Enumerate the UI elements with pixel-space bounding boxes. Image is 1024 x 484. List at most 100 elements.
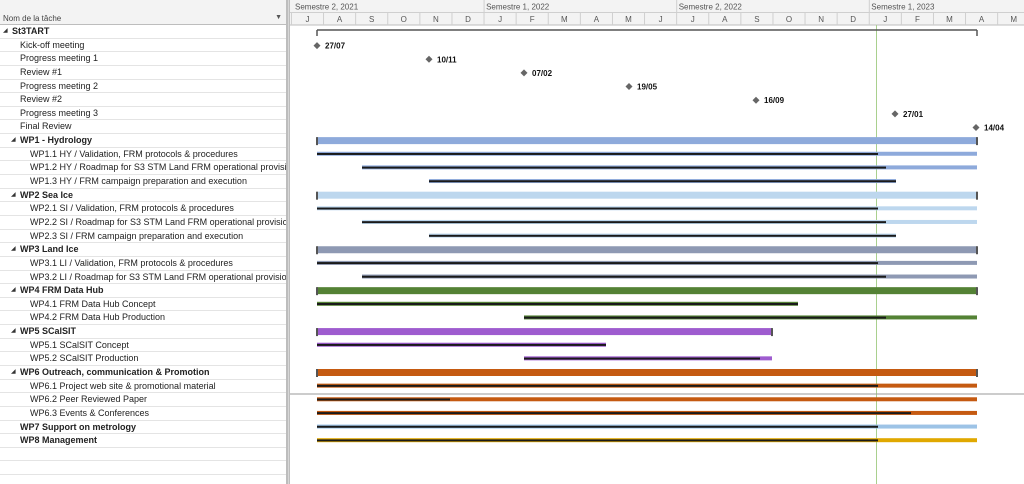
month-label: F [915,15,920,24]
summary-task-row[interactable]: ◢ WP5 SCalSIT [0,325,286,339]
task-row[interactable]: WP6.1 Project web site & promotional mat… [0,380,286,394]
task-progress-line [429,180,896,183]
task-row[interactable]: WP2.2 SI / Roadmap for S3 STM Land FRM o… [0,216,286,230]
task-progress-line [524,357,760,360]
task-row[interactable]: WP5.2 SCalSIT Production [0,352,286,366]
month-label: A [594,15,600,24]
month-label: J [498,15,502,24]
column-filter-dropdown-icon[interactable]: ▼ [275,14,282,21]
task-row[interactable]: Review #2 [0,93,286,107]
summary-task-row[interactable]: ◢ WP3 Land Ice [0,243,286,257]
semester-label: Semestre 1, 2023 [871,3,935,12]
summary-bar [317,137,977,145]
task-name: Kick-off meeting [20,39,85,50]
collapse-triangle-icon[interactable]: ◢ [3,25,8,38]
milestone-date-label: 16/09 [764,96,785,105]
month-label: S [369,15,374,24]
month-label: S [754,15,759,24]
task-name: WP1.2 HY / Roadmap for S3 STM Land FRM o… [30,162,286,173]
task-row[interactable]: Progress meeting 1 [0,52,286,66]
task-row[interactable]: WP2.1 SI / Validation, FRM protocols & p… [0,202,286,216]
task-progress-line [317,262,878,265]
task-row[interactable]: WP8 Management [0,434,286,448]
summary-bar-start-cap [316,287,318,296]
summary-bar-end-cap [976,287,978,296]
task-row[interactable]: WP3.2 LI / Roadmap for S3 STM Land FRM o… [0,271,286,285]
milestone-diamond-icon [752,96,760,104]
task-row[interactable]: WP7 Support on metrology [0,421,286,435]
collapse-triangle-icon[interactable]: ◢ [11,189,16,202]
summary-task-row[interactable]: ◢ St3TART [0,25,286,39]
task-column-header[interactable]: Nom de la tâche ▼ [0,0,286,25]
collapse-triangle-icon[interactable]: ◢ [11,325,16,338]
collapse-triangle-icon[interactable]: ◢ [11,366,16,379]
month-label: J [659,15,663,24]
empty-row[interactable] [0,461,286,476]
collapse-triangle-icon[interactable]: ◢ [11,243,16,256]
task-row[interactable]: WP5.1 SCalSIT Concept [0,339,286,353]
summary-task-row[interactable]: ◢ WP1 - Hydrology [0,134,286,148]
task-row[interactable]: WP2.3 SI / FRM campaign preparation and … [0,230,286,244]
task-name: WP6.2 Peer Reviewed Paper [30,394,148,405]
month-label: N [818,15,824,24]
gantt-chart: Semestre 2, 2021 Semestre 1, 2022 Semestre… [290,0,1024,484]
semester-label: Semestre 2, 2022 [679,3,743,12]
task-name: WP5.2 SCalSIT Production [30,353,139,364]
task-row[interactable]: WP1.1 HY / Validation, FRM protocols & p… [0,148,286,162]
task-column-title: Nom de la tâche [3,14,62,23]
milestone-date-label: 19/05 [637,83,658,92]
summary-bar-end-cap [976,369,978,377]
summary-bar-start-cap [316,137,318,146]
task-name: WP8 Management [20,435,98,446]
summary-bar-end-cap [976,191,978,200]
task-row[interactable]: WP1.2 HY / Roadmap for S3 STM Land FRM o… [0,161,286,176]
summary-bar-start-cap [316,246,318,255]
task-row[interactable]: Review #1 [0,66,286,80]
task-name: Review #1 [20,66,63,77]
month-label: J [306,15,310,24]
task-row[interactable]: Progress meeting 2 [0,80,286,94]
task-row[interactable]: Final Review [0,120,286,135]
summary-bar [317,191,977,199]
task-progress-line [362,275,886,278]
task-progress-line [317,152,878,155]
milestone-date-label: 27/07 [325,42,346,51]
milestone-diamond-icon [625,83,633,91]
empty-row[interactable] [0,448,286,462]
task-row[interactable]: WP4.2 FRM Data Hub Production [0,311,286,326]
task-name: WP3.1 LI / Validation, FRM protocols & p… [30,257,233,268]
task-row[interactable]: WP4.1 FRM Data Hub Concept [0,298,286,312]
task-name: WP7 Support on metrology [20,421,136,432]
task-row[interactable]: Progress meeting 3 [0,107,286,121]
task-row[interactable]: WP6.2 Peer Reviewed Paper [0,393,286,407]
task-progress-line [317,439,878,442]
month-label: J [691,15,695,24]
collapse-triangle-icon[interactable]: ◢ [11,134,16,147]
summary-bar [317,287,977,295]
month-label: D [850,15,856,24]
month-label: M [946,15,953,24]
summary-task-row[interactable]: ◢ WP2 Sea Ice [0,189,286,203]
semester-label: Semestre 1, 2022 [486,3,550,12]
collapse-triangle-icon[interactable]: ◢ [11,284,16,297]
task-name: Progress meeting 2 [20,80,99,91]
milestone-date-label: 14/04 [984,123,1005,132]
task-progress-line [317,343,606,346]
task-name: WP3.2 LI / Roadmap for S3 STM Land FRM o… [30,271,286,282]
month-label: O [786,15,792,24]
task-row[interactable]: WP1.3 HY / FRM campaign preparation and … [0,175,286,189]
task-row[interactable]: WP3.1 LI / Validation, FRM protocols & p… [0,257,286,271]
task-row[interactable]: Kick-off meeting [0,39,286,53]
summary-task-row[interactable]: ◢ WP4 FRM Data Hub [0,284,286,298]
month-label: O [401,15,407,24]
milestone-date-label: 10/11 [437,55,457,64]
semester-label: Semestre 2, 2021 [295,3,359,12]
task-name: Final Review [20,121,72,132]
task-progress-line [317,398,450,401]
task-name: WP2.1 SI / Validation, FRM protocols & p… [30,203,234,214]
empty-row[interactable] [0,475,286,484]
task-row[interactable]: WP6.3 Events & Conferences [0,407,286,421]
task-progress-line [317,412,911,415]
task-name: Progress meeting 1 [20,53,99,64]
summary-task-row[interactable]: ◢ WP6 Outreach, communication & Promotion [0,366,286,380]
